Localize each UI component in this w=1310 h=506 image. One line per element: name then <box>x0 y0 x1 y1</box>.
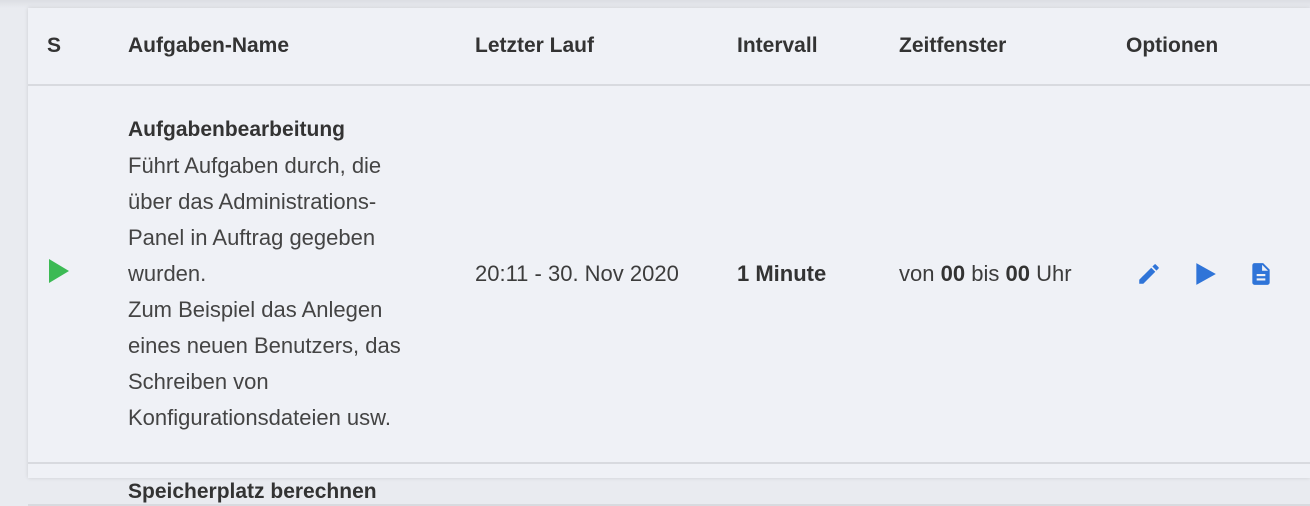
window-to: 00 <box>1005 261 1030 286</box>
header-options: Optionen <box>1126 8 1310 86</box>
task-description-line: Panel in Auftrag gegeben <box>128 225 376 250</box>
time-window-cell <box>899 463 1126 506</box>
task-description-line: über das Administrations- <box>128 189 377 214</box>
header-status[interactable]: S <box>28 8 128 86</box>
table-header-row: S Aufgaben-Name Letzter Lauf Intervall Z… <box>28 8 1310 86</box>
interval-cell: 1 Minute <box>737 85 899 464</box>
last-run-cell <box>475 463 737 506</box>
task-description-line: eines neuen Benutzers, das <box>128 333 401 358</box>
options-cell <box>1126 85 1310 464</box>
task-description-line: Führt Aufgaben durch, die <box>128 153 382 178</box>
last-run-cell: 20:11 - 30. Nov 2020 <box>475 85 737 464</box>
table-row: Speicherplatz berechnen <box>28 463 1310 506</box>
task-description-line: Konfigurationsdateien usw. <box>128 405 391 430</box>
header-task-name[interactable]: Aufgaben-Name <box>128 8 475 86</box>
task-description-line: Zum Beispiel das Anlegen <box>128 297 383 322</box>
status-cell <box>28 463 128 506</box>
window-mid: bis <box>971 261 1000 286</box>
window-suffix: Uhr <box>1036 261 1072 286</box>
task-name-cell: Speicherplatz berechnen <box>128 463 475 506</box>
tasks-panel: S Aufgaben-Name Letzter Lauf Intervall Z… <box>28 8 1310 506</box>
edit-pencil-icon[interactable] <box>1136 261 1162 287</box>
task-title: Speicherplatz berechnen <box>128 480 377 503</box>
tasks-table: S Aufgaben-Name Letzter Lauf Intervall Z… <box>28 8 1310 506</box>
time-window-cell: von 00 bis 00 Uhr <box>899 85 1126 464</box>
interval-cell <box>737 463 899 506</box>
header-interval[interactable]: Intervall <box>737 8 899 86</box>
options-cell <box>1126 463 1310 506</box>
status-cell <box>28 85 128 464</box>
play-icon <box>47 258 71 290</box>
document-icon[interactable] <box>1248 261 1274 287</box>
header-last-run[interactable]: Letzter Lauf <box>475 8 737 86</box>
options-icons <box>1126 261 1310 287</box>
window-from: 00 <box>940 261 966 286</box>
task-description-line: wurden. <box>128 261 207 286</box>
header-time-window[interactable]: Zeitfenster <box>899 8 1126 86</box>
table-row: Aufgabenbearbeitung Führt Aufgaben durch… <box>28 85 1310 464</box>
run-play-icon[interactable] <box>1192 261 1218 287</box>
task-title: Aufgabenbearbeitung <box>128 118 346 141</box>
top-shade <box>0 0 1310 8</box>
task-description-line: Schreiben von <box>128 369 269 394</box>
task-name-cell: Aufgabenbearbeitung Führt Aufgaben durch… <box>128 85 475 464</box>
window-prefix: von <box>899 261 935 286</box>
